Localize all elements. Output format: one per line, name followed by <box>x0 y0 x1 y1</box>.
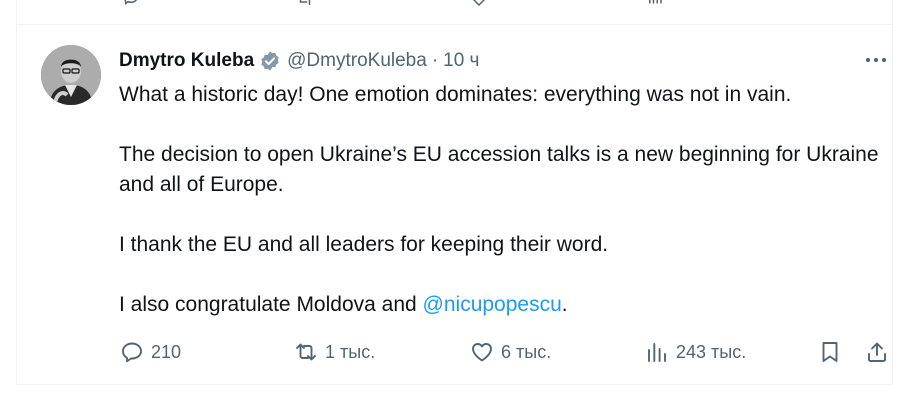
reply-count: 210 <box>151 341 182 362</box>
repost-button[interactable]: 1 тыс. <box>294 340 375 364</box>
tweet-paragraph-2: The decision to open Ukraine’s EU access… <box>119 143 879 196</box>
prev-share-icon[interactable] <box>866 0 884 4</box>
views-count: 243 тыс. <box>676 341 747 362</box>
tweet-header: Dmytro Kuleba @DmytroKuleba · 10 ч <box>119 49 479 73</box>
repost-count: 1 тыс. <box>325 341 376 362</box>
tweet-paragraph-3: I thank the EU and all leaders for keepi… <box>119 233 609 256</box>
bookmark-button[interactable] <box>818 340 842 364</box>
share-icon <box>868 342 886 362</box>
tweet-paragraph-1: What a historic day! One emotion dominat… <box>119 83 792 106</box>
avatar-photo <box>41 45 101 105</box>
bookmark-icon <box>822 342 838 362</box>
prev-bookmark-icon[interactable] <box>820 0 838 4</box>
previous-tweet-actions <box>0 0 924 10</box>
like-count: 6 тыс. <box>501 341 552 362</box>
timestamp[interactable]: 10 ч <box>443 50 479 72</box>
tweet-paragraph-4: I also congratulate Moldova and @nicupop… <box>119 290 879 320</box>
prev-repost-icon[interactable] <box>296 0 314 5</box>
tweet-actions: 210 1 тыс. 6 тыс. 243 тыс. <box>0 336 924 368</box>
divider-top <box>16 24 892 25</box>
avatar[interactable] <box>41 45 101 105</box>
tweet-text: What a historic day! One emotion dominat… <box>119 80 879 320</box>
reply-button[interactable]: 210 <box>120 340 181 364</box>
views-button[interactable]: 243 тыс. <box>645 340 746 364</box>
separator-dot: · <box>431 50 439 71</box>
divider-bottom <box>16 384 892 385</box>
prev-like-icon[interactable] <box>470 0 488 7</box>
heart-icon <box>472 343 492 362</box>
more-options-button[interactable] <box>862 50 890 70</box>
mention-link[interactable]: @nicupopescu <box>423 293 562 316</box>
share-button[interactable] <box>865 340 889 364</box>
tweet-paragraph-4-end: . <box>561 293 568 316</box>
reply-icon <box>122 342 142 363</box>
verified-badge-icon[interactable] <box>259 50 281 72</box>
tweet-paragraph-4-text: I also congratulate Moldova and <box>119 293 423 316</box>
more-dots-icon <box>865 57 887 63</box>
repost-icon <box>296 343 316 361</box>
prev-reply-icon[interactable] <box>122 0 140 5</box>
author-name[interactable]: Dmytro Kuleba <box>119 50 254 72</box>
prev-views-icon[interactable] <box>646 0 664 4</box>
author-handle[interactable]: @DmytroKuleba <box>287 50 427 72</box>
views-chart-icon <box>648 343 666 362</box>
like-button[interactable]: 6 тыс. <box>470 340 551 364</box>
